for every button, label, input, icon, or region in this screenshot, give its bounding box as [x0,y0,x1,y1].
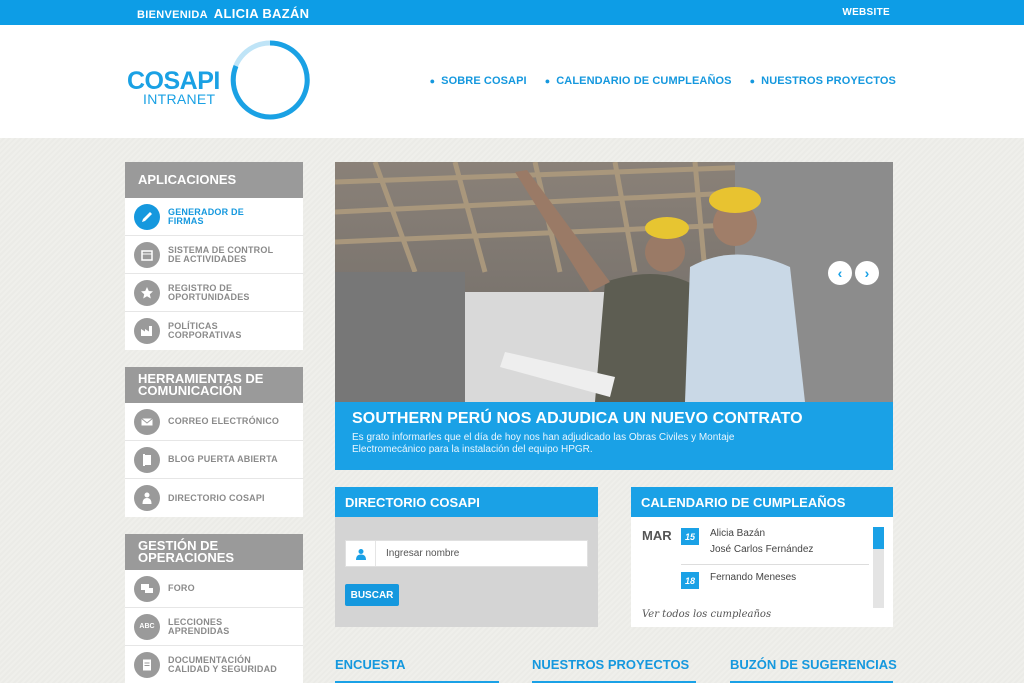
chat-icon [134,575,160,602]
month-label: MAR [642,528,672,543]
birthday-entry: 18 Fernando Meneses [681,572,796,589]
hero-title[interactable]: SOUTHERN PERÚ NOS ADJUDICA UN NUEVO CONT… [352,410,876,428]
sidebar-section-gestion: GESTIÓN DE OPERACIONES FORO ABC LECCIONES… [125,534,303,683]
birthday-entry: 15 Alicia Bazán José Carlos Fernández [681,528,813,558]
name-search-input[interactable]: Ingresar nombre [345,540,588,567]
directorio-title: DIRECTORIO COSAPI [335,487,598,517]
slider-prev-button[interactable]: ‹ [828,261,852,285]
hero-photo [335,162,893,402]
scrollbar-thumb[interactable] [873,527,884,549]
cumpleanos-title: CALENDARIO DE CUMPLEAÑOS [631,487,893,517]
sidebar-item-generador-firmas[interactable]: GENERADOR DE FIRMAS [125,198,303,236]
factory-icon [134,318,160,344]
divider [681,564,869,565]
birthday-name: José Carlos Fernández [710,544,814,555]
pencil-icon [134,203,160,230]
sidebar-item-sistema-control[interactable]: SISTEMA DE CONTROL DE ACTIVIDADES [125,236,303,274]
birthday-name: Alicia Bazán [710,528,766,539]
top-bar: BIENVENIDA ALICIA BAZÁN WEBSITE [0,0,1024,25]
buzon-title[interactable]: BUZÓN DE SUGERENCIAS [730,657,897,672]
hero-description: Es grato informarles que el día de hoy n… [352,432,735,455]
abc-icon: ABC [134,613,160,640]
sidebar-item-blog[interactable]: BLOG PUERTA ABIERTA [125,441,303,479]
document-icon [134,652,160,678]
welcome-text: BIENVENIDA ALICIA BAZÁN [137,6,309,21]
sidebar-heading: GESTIÓN DE OPERACIONES [125,534,303,570]
envelope-icon [134,408,160,435]
name-search-placeholder: Ingresar nombre [386,548,460,559]
day-badge: 15 [681,528,699,545]
door-icon [134,446,160,473]
ver-todos-link[interactable]: Ver todos los cumpleaños [642,609,771,620]
sidebar-heading: APLICACIONES [125,162,303,198]
nav-calendario[interactable]: ● CALENDARIO DE CUMPLEAÑOS [545,75,732,87]
user-name[interactable]: ALICIA BAZÁN [214,6,310,21]
hero-slider[interactable]: SOUTHERN PERÚ NOS ADJUDICA UN NUEVO CONT… [335,162,893,470]
star-icon [134,279,160,306]
sidebar-item-politicas[interactable]: POLÍTICAS CORPORATIVAS [125,312,303,350]
buscar-button[interactable]: BUSCAR [345,584,399,606]
logo-sub: INTRANET [143,91,216,107]
directorio-widget: DIRECTORIO COSAPI Ingresar nombre BUSCAR [335,487,598,627]
sidebar-item-documentacion[interactable]: DOCUMENTACIÓN CALIDAD Y SEGURIDAD [125,646,303,683]
slider-next-button[interactable]: › [855,261,879,285]
cumpleanos-widget: CALENDARIO DE CUMPLEAÑOS MAR 15 Alicia B… [631,487,893,627]
nav-sobre-cosapi[interactable]: ● SOBRE COSAPI [430,75,527,87]
website-link[interactable]: WEBSITE [842,7,890,18]
hero-caption: SOUTHERN PERÚ NOS ADJUDICA UN NUEVO CONT… [335,402,893,470]
header: COSAPI INTRANET ● SOBRE COSAPI ● CALENDARI… [0,25,1024,138]
sidebar-item-directorio[interactable]: DIRECTORIO COSAPI [125,479,303,517]
main-nav: ● SOBRE COSAPI ● CALENDARIO DE CUMPLEAÑOS … [430,75,896,87]
user-icon [346,541,376,566]
day-badge: 18 [681,572,699,589]
nav-proyectos[interactable]: ● NUESTROS PROYECTOS [750,75,896,87]
encuesta-title[interactable]: ENCUESTA [335,657,406,672]
sidebar-item-lecciones[interactable]: ABC LECCIONES APRENDIDAS [125,608,303,646]
sidebar-item-foro[interactable]: FORO [125,570,303,608]
birthday-name: Fernando Meneses [710,572,797,583]
sidebar-item-registro-oportunidades[interactable]: REGISTRO DE OPORTUNIDADES [125,274,303,312]
sidebar-heading: HERRAMIENTAS DE COMUNICACIÓN [125,367,303,403]
calendar-icon [134,241,160,268]
welcome-prefix: BIENVENIDA [137,9,208,21]
sidebar-section-herramientas: HERRAMIENTAS DE COMUNICACIÓN CORREO ELECT… [125,367,303,517]
sidebar-section-aplicaciones: APLICACIONES GENERADOR DE FIRMAS SISTEMA … [125,162,303,350]
sidebar-item-correo[interactable]: CORREO ELECTRÓNICO [125,403,303,441]
logo-ring-icon [230,40,310,120]
sidebar: APLICACIONES GENERADOR DE FIRMAS SISTEMA … [125,162,303,683]
proyectos-title[interactable]: NUESTROS PROYECTOS [532,657,689,672]
people-icon [134,485,160,511]
